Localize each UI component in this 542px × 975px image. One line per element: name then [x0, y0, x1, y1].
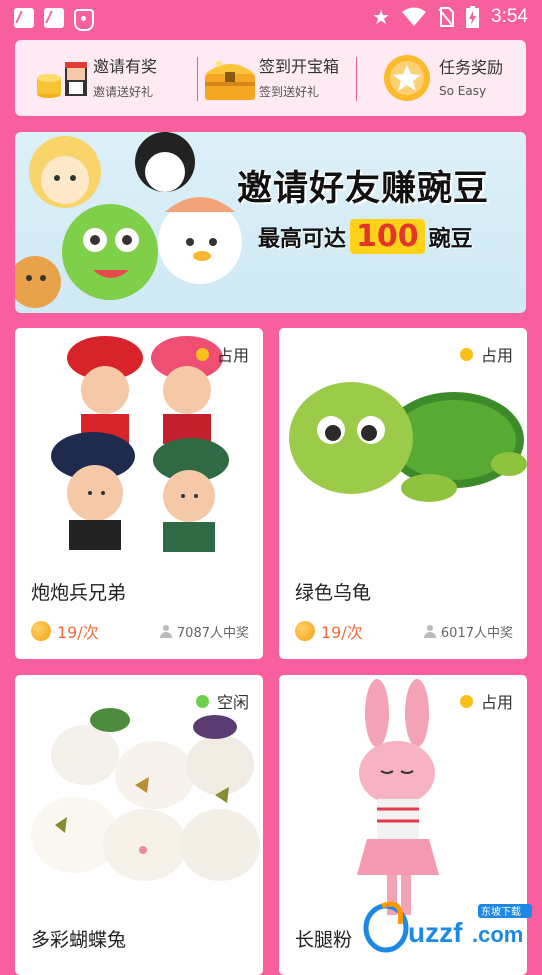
status-badge: 占用 — [459, 689, 513, 713]
invite-reward-button[interactable]: 邀请有奖 邀请送好礼 — [35, 40, 157, 116]
quick-action-title: 任务奖励 — [439, 58, 504, 77]
app-notification-icon — [14, 8, 34, 28]
quick-action-subtitle: 邀请送好礼 — [93, 84, 154, 99]
quick-action-title: 邀请有奖 — [93, 56, 158, 76]
watermark-brand: uzzf — [408, 917, 463, 948]
winners-count: 6017人中奖 — [423, 622, 513, 641]
banner-subtitle: 最高可达 100 豌豆 — [258, 219, 473, 254]
no-sim-icon — [438, 7, 455, 27]
status-label: 占用 — [216, 346, 249, 365]
price-label: 19/次 — [57, 623, 99, 642]
pea-coin-icon — [31, 621, 51, 641]
status-dot — [459, 347, 473, 361]
app-notification-icon — [44, 8, 64, 28]
cartoon-characters-illustration — [15, 132, 242, 308]
person-icon — [159, 625, 172, 638]
banner-sub-suffix: 豌豆 — [428, 226, 473, 252]
winners-label: 7087人中奖 — [176, 626, 249, 641]
task-reward-button[interactable]: 任务奖励 So Easy — [381, 40, 503, 116]
product-name: 长腿粉 — [295, 929, 353, 951]
person-icon — [423, 625, 436, 638]
battery-charging-icon — [466, 6, 480, 28]
banner-sub-prefix: 最高可达 — [258, 226, 347, 252]
watermark-domain: .com — [472, 922, 523, 947]
status-badge: 空闲 — [195, 689, 249, 713]
quick-actions-bar: 邀请有奖 邀请送好礼 签到开宝箱 签到送好礼 任务奖励 So Easy — [15, 40, 526, 116]
watermark-graphic: uzzf .com 东坡下载 — [363, 901, 532, 953]
status-bar: ★ 3:54 — [0, 0, 542, 36]
status-label: 空闲 — [216, 693, 249, 712]
winners-count: 7087人中奖 — [159, 622, 249, 641]
price-label: 19/次 — [321, 623, 363, 642]
divider — [197, 57, 198, 101]
quick-action-subtitle: So Easy — [439, 84, 487, 98]
status-dot — [459, 694, 473, 708]
checkin-chest-button[interactable]: 签到开宝箱 签到送好礼 — [201, 40, 339, 116]
wifi-icon — [402, 7, 427, 26]
treasure-chest-icon — [201, 52, 255, 104]
banner-title: 邀请好友赚豌豆 — [237, 169, 490, 209]
status-label: 占用 — [480, 693, 513, 712]
winners-label: 6017人中奖 — [440, 626, 513, 641]
price-tag: 19/次 — [295, 619, 363, 643]
product-name: 多彩蝴蝶兔 — [31, 929, 127, 951]
star-badge-icon — [381, 52, 433, 104]
product-card[interactable]: 占用 绿色乌龟 19/次 6017人中奖 — [279, 328, 527, 659]
product-card[interactable]: 空闲 多彩蝴蝶兔 — [15, 675, 263, 975]
product-name: 绿色乌龟 — [295, 582, 372, 604]
gold-coins-icon — [35, 52, 87, 104]
product-card[interactable]: 占用 炮炮兵兄弟 19/次 7087人中奖 — [15, 328, 263, 659]
clock: 3:54 — [491, 6, 528, 27]
pea-coin-icon — [295, 621, 315, 641]
status-label: 占用 — [480, 346, 513, 365]
shield-icon — [74, 9, 94, 31]
divider — [356, 57, 357, 101]
status-badge: 占用 — [195, 342, 249, 366]
status-dot — [195, 694, 209, 708]
invite-friends-banner[interactable]: 邀请好友赚豌豆 最高可达 100 豌豆 — [15, 132, 526, 313]
site-watermark-logo: uzzf .com 东坡下载 — [360, 898, 540, 954]
price-tag: 19/次 — [31, 619, 99, 643]
watermark-tag: 东坡下载 — [481, 905, 521, 918]
product-name: 炮炮兵兄弟 — [31, 582, 127, 604]
status-badge: 占用 — [459, 342, 513, 366]
banner-sub-number: 100 — [350, 219, 425, 254]
star-icon: ★ — [372, 5, 391, 29]
quick-action-subtitle: 签到送好礼 — [259, 84, 320, 99]
quick-action-title: 签到开宝箱 — [259, 56, 340, 76]
status-dot — [195, 347, 209, 361]
